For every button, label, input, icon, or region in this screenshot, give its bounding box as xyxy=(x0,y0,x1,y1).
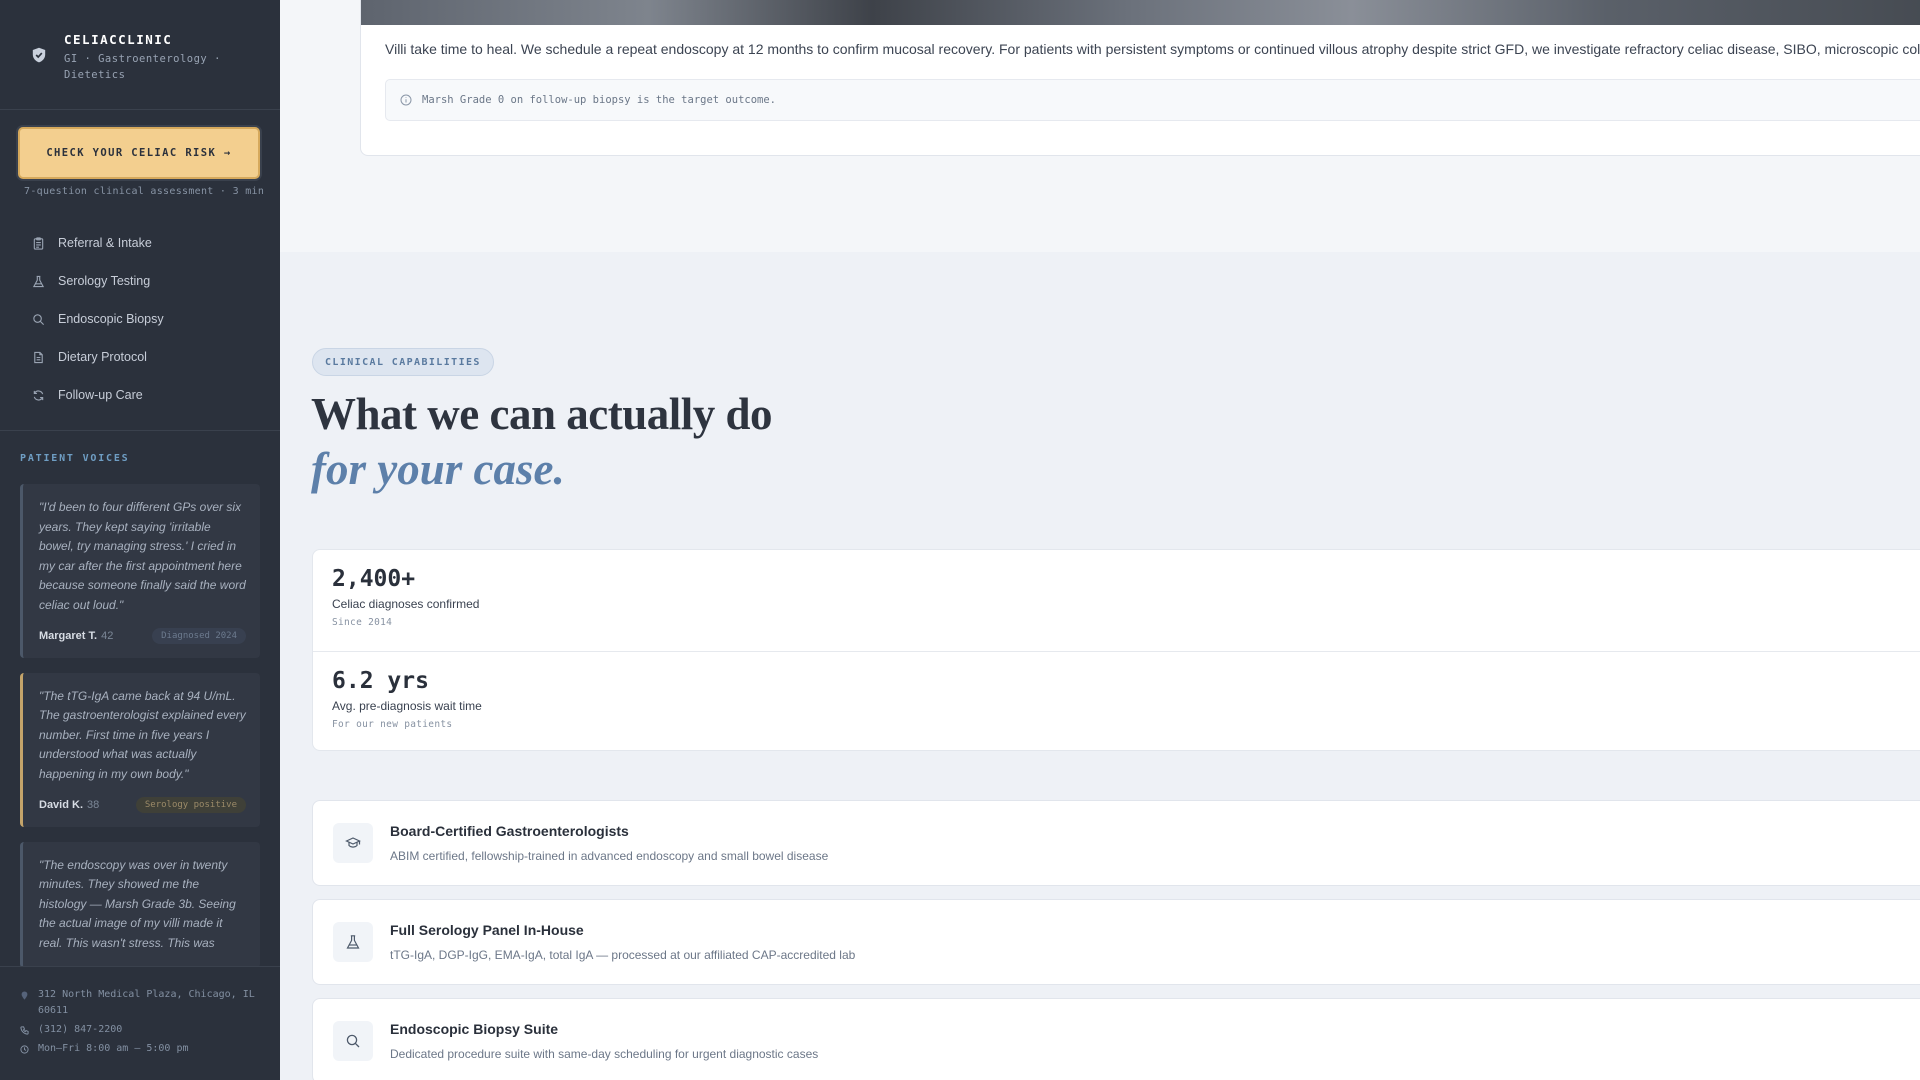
flask-icon xyxy=(32,275,45,287)
sidebar-item-referral-intake[interactable]: Referral & Intake xyxy=(0,224,280,262)
sidebar-item-label: Referral & Intake xyxy=(58,236,152,250)
clinic-phone: (312) 847-2200 xyxy=(38,1024,123,1035)
follow-up-section: Villi take time to heal. We schedule a r… xyxy=(280,0,1920,252)
testimonial-age: 38 xyxy=(87,798,100,811)
capability-card[interactable]: Endoscopic Biopsy Suite Dedicated proced… xyxy=(312,998,1920,1080)
testimonial-quote: "I'd been to four different GPs over six… xyxy=(39,500,246,612)
sidebar-item-label: Follow-up Care xyxy=(58,388,143,402)
search-icon xyxy=(346,1034,360,1048)
testimonial-badge: Diagnosed 2024 xyxy=(152,627,246,644)
stat-label: Avg. pre-diagnosis wait time xyxy=(332,699,482,713)
testimonial-author: David K. 38 xyxy=(39,798,100,811)
sidebar-item-label: Serology Testing xyxy=(58,274,151,288)
patient-voices-title: PATIENT VOICES xyxy=(20,453,130,464)
capability-desc: Dedicated procedure suite with same-day … xyxy=(390,1047,819,1061)
section-headline: What we can actually do xyxy=(311,389,773,439)
cta-note: 7-question clinical assessment · 3 min xyxy=(24,186,265,197)
testimonial-card: "I'd been to four different GPs over six… xyxy=(20,484,260,658)
graduation-cap-icon xyxy=(345,837,361,848)
main-content: Villi take time to heal. We schedule a r… xyxy=(280,0,1920,1080)
capability-title: Full Serology Panel In-House xyxy=(390,922,584,938)
capability-title: Board-Certified Gastroenterologists xyxy=(390,823,629,839)
divider xyxy=(0,430,280,431)
capability-icon-box xyxy=(333,1021,373,1061)
stat-diagnoses: 2,400+ Celiac diagnoses confirmed Since … xyxy=(313,550,1920,651)
sidebar-item-label: Endoscopic Biopsy xyxy=(58,312,164,326)
hours-row: Mon–Fri 8:00 am – 5:00 pm xyxy=(20,1041,262,1057)
brand[interactable]: CELIACCLINIC GI · Gastroenterology · Die… xyxy=(0,0,280,110)
stat-value: 2,400+ xyxy=(332,566,416,592)
capabilities-list: Board-Certified Gastroenterologists ABIM… xyxy=(312,800,1920,1080)
check-celiac-risk-button[interactable]: CHECK YOUR CELIAC RISK → xyxy=(18,127,260,179)
follow-up-note: Marsh Grade 0 on follow-up biopsy is the… xyxy=(385,79,1920,121)
info-icon xyxy=(400,94,412,106)
section-eyebrow: CLINICAL CAPABILITIES xyxy=(312,348,494,376)
section-headline-emphasis: for your case. xyxy=(311,444,565,494)
location-pin-icon xyxy=(21,991,28,1000)
testimonial-badge: Serology positive xyxy=(135,796,246,813)
sidebar-item-endoscopic-biopsy[interactable]: Endoscopic Biopsy xyxy=(0,300,280,338)
refresh-icon xyxy=(33,389,44,401)
testimonial-age: 42 xyxy=(101,629,114,642)
capability-card[interactable]: Board-Certified Gastroenterologists ABIM… xyxy=(312,800,1920,886)
sidebar-item-follow-up-care[interactable]: Follow-up Care xyxy=(0,376,280,414)
stat-wait-time: 6.2 yrs Avg. pre-diagnosis wait time For… xyxy=(313,651,1920,752)
testimonial-quote: "The tTG-IgA came back at 94 U/mL. The g… xyxy=(39,688,246,781)
clock-icon xyxy=(20,1045,29,1054)
phone-row[interactable]: (312) 847-2200 xyxy=(20,1022,262,1038)
testimonial-quote: "The endoscopy was over in twenty minute… xyxy=(39,857,236,950)
address-row: 312 North Medical Plaza, Chicago, IL 606… xyxy=(20,987,262,1019)
sidebar-footer: 312 North Medical Plaza, Chicago, IL 606… xyxy=(0,966,280,1080)
brand-subtitle: GI · Gastroenterology · Dietetics xyxy=(64,53,221,81)
clinic-hours: Mon–Fri 8:00 am – 5:00 pm xyxy=(38,1043,189,1054)
clipboard-icon xyxy=(33,236,44,250)
capability-desc: tTG-IgA, DGP-IgG, EMA-IgA, total IgA — p… xyxy=(390,948,856,962)
sidebar-item-serology-testing[interactable]: Serology Testing xyxy=(0,262,280,300)
flask-icon xyxy=(346,935,360,949)
testimonial-author: Margaret T. 42 xyxy=(39,629,114,642)
search-icon xyxy=(33,313,45,325)
follow-up-text: Villi take time to heal. We schedule a r… xyxy=(385,41,1920,57)
capability-icon-box xyxy=(333,922,373,962)
capability-title: Endoscopic Biopsy Suite xyxy=(390,1021,559,1037)
stat-label: Celiac diagnoses confirmed xyxy=(332,597,480,611)
follow-up-note-text: Marsh Grade 0 on follow-up biopsy is the… xyxy=(422,94,777,106)
sidebar-item-label: Dietary Protocol xyxy=(58,350,147,364)
capability-card[interactable]: Full Serology Panel In-House tTG-IgA, DG… xyxy=(312,899,1920,985)
clinic-address: 312 North Medical Plaza, Chicago, IL 606… xyxy=(38,989,255,1016)
testimonial-card: "The tTG-IgA came back at 94 U/mL. The g… xyxy=(20,672,260,827)
capability-icon-box xyxy=(333,823,373,863)
stat-sub: For our new patients xyxy=(332,719,453,730)
stat-value: 6.2 yrs xyxy=(332,668,429,694)
brand-name: CELIACCLINIC xyxy=(64,32,173,47)
capability-desc: ABIM certified, fellowship-trained in ad… xyxy=(390,849,829,863)
shield-icon xyxy=(32,47,46,63)
sidebar-item-dietary-protocol[interactable]: Dietary Protocol xyxy=(0,338,280,376)
phone-icon xyxy=(20,1026,29,1035)
testimonial-card: "The endoscopy was over in twenty minute… xyxy=(20,841,260,968)
endoscopy-image xyxy=(361,0,1920,25)
patient-voices-list: "I'd been to four different GPs over six… xyxy=(20,484,260,983)
sidebar: CELIACCLINIC GI · Gastroenterology · Die… xyxy=(0,0,280,1080)
follow-up-card: Villi take time to heal. We schedule a r… xyxy=(360,0,1920,156)
stats-panel: 2,400+ Celiac diagnoses confirmed Since … xyxy=(312,549,1920,751)
document-icon xyxy=(34,351,43,363)
stat-sub: Since 2014 xyxy=(332,617,393,628)
sidebar-nav: Referral & Intake Serology Testing Endos… xyxy=(0,224,280,414)
